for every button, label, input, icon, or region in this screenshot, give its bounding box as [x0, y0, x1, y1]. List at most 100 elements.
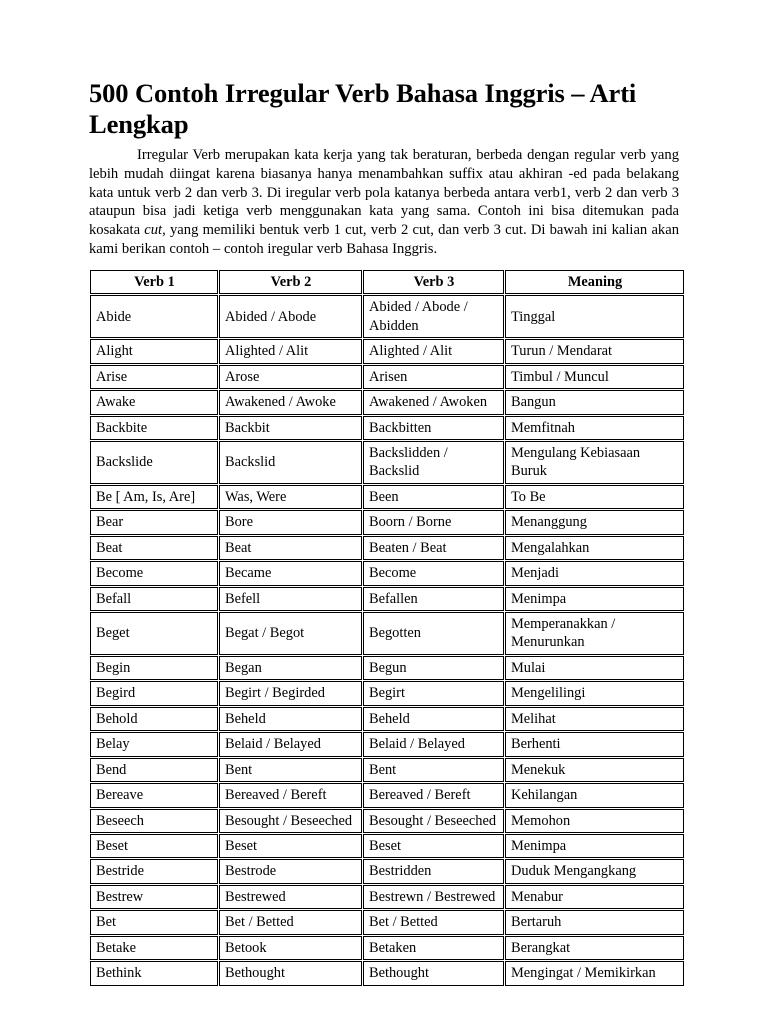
- table-cell: Backslide: [90, 440, 218, 484]
- table-cell: Arise: [90, 364, 218, 390]
- table-cell: Awake: [90, 390, 218, 415]
- table-cell: Menekuk: [505, 757, 684, 783]
- table-cell: Befall: [90, 586, 218, 611]
- table-cell: Behold: [90, 706, 218, 732]
- table-cell: Became: [219, 561, 362, 586]
- table-cell: Alight: [90, 339, 218, 364]
- table-cell: Begirt / Begirded: [219, 681, 362, 706]
- table-cell: Memperanakkan / Menurunkan: [505, 612, 684, 655]
- table-cell: Kehilangan: [505, 783, 684, 808]
- table-cell: Be [ Am, Is, Are]: [90, 484, 218, 510]
- intro-italic-word: cut: [144, 222, 163, 239]
- table-cell: Bestridden: [363, 859, 504, 884]
- table-cell: Bend: [90, 757, 218, 783]
- intro-paragraph: Irregular Verb merupakan kata kerja yang…: [89, 146, 679, 259]
- table-cell: Belaid / Belayed: [363, 732, 504, 757]
- table-row: Backslide Backslid Backslidden / Backslid M…: [90, 440, 684, 484]
- table-cell: Befell: [219, 586, 362, 611]
- table-cell: Menjadi: [505, 561, 684, 586]
- irregular-verb-table: Verb 1 Verb 2 Verb 3 Meaning Abide Abided / …: [89, 269, 685, 987]
- table-cell: Awakened / Awoken: [363, 390, 504, 415]
- table-cell: Beat: [90, 535, 218, 561]
- table-row: Befall Befell Befallen Menimpa: [90, 586, 684, 611]
- table-cell: Become: [90, 561, 218, 586]
- table-row: Awake Awakened / Awoke Awakened / Awoken Ba…: [90, 390, 684, 415]
- table-row: Begin Began Begun Mulai: [90, 655, 684, 681]
- table-cell: Besought / Beseeched: [219, 808, 362, 833]
- table-row: Betake Betook Betaken Berangkat: [90, 935, 684, 961]
- table-cell: Bereaved / Bereft: [219, 783, 362, 808]
- table-cell: Arisen: [363, 364, 504, 390]
- table-cell: Belaid / Belayed: [219, 732, 362, 757]
- table-cell: Befallen: [363, 586, 504, 611]
- table-cell: Been: [363, 484, 504, 510]
- table-cell: Timbul / Muncul: [505, 364, 684, 390]
- table-cell: Mengalahkan: [505, 535, 684, 561]
- table-cell: Belay: [90, 732, 218, 757]
- table-cell: Beaten / Beat: [363, 535, 504, 561]
- column-header: Verb 3: [363, 269, 504, 295]
- table-cell: Bestrewed: [219, 884, 362, 910]
- table-cell: Beseech: [90, 808, 218, 833]
- table-cell: Bereaved / Bereft: [363, 783, 504, 808]
- table-cell: Awakened / Awoke: [219, 390, 362, 415]
- table-cell: Arose: [219, 364, 362, 390]
- table-row: Bereave Bereaved / Bereft Bereaved / Beref…: [90, 783, 684, 808]
- table-cell: Bethink: [90, 961, 218, 986]
- table-cell: To Be: [505, 484, 684, 510]
- table-cell: Bertaruh: [505, 910, 684, 935]
- table-cell: Backslid: [219, 440, 362, 484]
- table-cell: Bereave: [90, 783, 218, 808]
- page-title: 500 Contoh Irregular Verb Bahasa Inggris…: [89, 78, 637, 139]
- table-cell: Abided / Abode: [219, 295, 362, 339]
- table-cell: Begin: [90, 655, 218, 681]
- table-cell: Mengulang Kebiasaan Buruk: [505, 440, 684, 484]
- table-cell: Mulai: [505, 655, 684, 681]
- table-row: Bet Bet / Betted Bet / Betted Bertaruh: [90, 910, 684, 935]
- table-cell: Begotten: [363, 612, 504, 655]
- table-cell: Become: [363, 561, 504, 586]
- table-cell: Abide: [90, 295, 218, 339]
- table-cell: Tinggal: [505, 295, 684, 339]
- table-cell: Besought / Beseeched: [363, 808, 504, 833]
- table-row: Abide Abided / Abode Abided / Abode / Abid…: [90, 295, 684, 339]
- table-row: Bear Bore Boorn / Borne Menanggung: [90, 510, 684, 535]
- table-row: Beat Beat Beaten / Beat Mengalahkan: [90, 535, 684, 561]
- table-row: Backbite Backbit Backbitten Memfitnah: [90, 415, 684, 440]
- table-row: Behold Beheld Beheld Melihat: [90, 706, 684, 732]
- table-cell: Betake: [90, 935, 218, 961]
- column-header: Verb 1: [90, 269, 218, 295]
- table-cell: Bet / Betted: [363, 910, 504, 935]
- table-cell: Bore: [219, 510, 362, 535]
- table-cell: Begird: [90, 681, 218, 706]
- table-cell: Memohon: [505, 808, 684, 833]
- table-body: Abide Abided / Abode Abided / Abode / Abid…: [90, 295, 684, 986]
- table-cell: Bangun: [505, 390, 684, 415]
- table-row: Belay Belaid / Belayed Belaid / Belayed Ber…: [90, 732, 684, 757]
- table-cell: Abided / Abode / Abidden: [363, 295, 504, 339]
- column-header: Verb 2: [219, 269, 362, 295]
- table-cell: Bet / Betted: [219, 910, 362, 935]
- table-cell: Bethought: [363, 961, 504, 986]
- table-row: Bend Bent Bent Menekuk: [90, 757, 684, 783]
- table-cell: Mengelilingi: [505, 681, 684, 706]
- table-cell: Berhenti: [505, 732, 684, 757]
- table-cell: Bestride: [90, 859, 218, 884]
- table-cell: Bet: [90, 910, 218, 935]
- table-cell: Beset: [219, 833, 362, 859]
- table-cell: Backbit: [219, 415, 362, 440]
- table-cell: Menabur: [505, 884, 684, 910]
- table-cell: Berangkat: [505, 935, 684, 961]
- table-cell: Beat: [219, 535, 362, 561]
- table-cell: Bestrode: [219, 859, 362, 884]
- table-cell: Backbitten: [363, 415, 504, 440]
- table-cell: Turun / Mendarat: [505, 339, 684, 364]
- table-cell: Begun: [363, 655, 504, 681]
- table-row: Bethink Bethought Bethought Mengingat / Mem…: [90, 961, 684, 986]
- table-cell: Betaken: [363, 935, 504, 961]
- table-cell: Backslidden / Backslid: [363, 440, 504, 484]
- table-cell: Began: [219, 655, 362, 681]
- column-header: Meaning: [505, 269, 684, 295]
- table-cell: Beheld: [219, 706, 362, 732]
- table-header-row: Verb 1 Verb 2 Verb 3 Meaning: [90, 269, 684, 295]
